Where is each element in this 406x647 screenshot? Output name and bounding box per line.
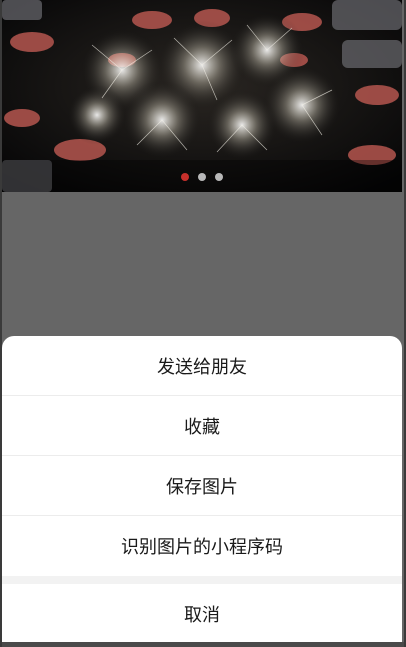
sparkler-photo xyxy=(2,0,402,192)
send-to-friend-button[interactable]: 发送给朋友 xyxy=(2,336,402,396)
bottom-edge xyxy=(0,642,406,647)
carousel-indicator xyxy=(2,173,402,183)
cancel-button[interactable]: 取消 xyxy=(2,584,402,642)
favorite-button[interactable]: 收藏 xyxy=(2,396,402,456)
action-sheet: 发送给朋友 收藏 保存图片 识别图片的小程序码 取消 xyxy=(2,336,402,642)
carousel-dot-active[interactable] xyxy=(181,173,189,181)
banner-image[interactable] xyxy=(2,0,402,192)
carousel-dot[interactable] xyxy=(215,173,223,181)
carousel-dot[interactable] xyxy=(198,173,206,181)
save-image-button[interactable]: 保存图片 xyxy=(2,456,402,516)
scan-mini-program-code-button[interactable]: 识别图片的小程序码 xyxy=(2,516,402,576)
sheet-divider xyxy=(2,576,402,584)
